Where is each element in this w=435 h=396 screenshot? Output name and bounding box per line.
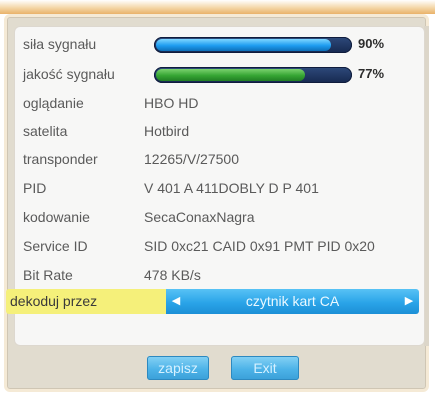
decode-via-selector[interactable]: ◀ czytnik kart CA ▶ xyxy=(166,289,419,314)
signal-strength-percent: 90% xyxy=(358,36,385,51)
signal-quality-bar xyxy=(154,67,352,83)
chevron-left-icon[interactable]: ◀ xyxy=(169,289,183,314)
exit-button[interactable]: Exit xyxy=(231,356,299,380)
save-button[interactable]: zapisz xyxy=(147,356,209,380)
info-row-encoding: kodowanie SecaConaxNagra xyxy=(15,204,424,230)
info-value: 478 KB/s xyxy=(144,267,201,283)
signal-strength-row: siła sygnału 90% xyxy=(15,31,424,57)
info-label: Service ID xyxy=(23,238,88,254)
info-label: oglądanie xyxy=(23,95,84,111)
signal-strength-label: siła sygnału xyxy=(23,36,97,52)
signal-quality-percent: 77% xyxy=(358,66,385,81)
info-row-satellite: satelita Hotbird xyxy=(15,118,424,144)
info-row-watching: oglądanie HBO HD xyxy=(15,90,424,116)
signal-strength-bar xyxy=(154,37,352,53)
signal-quality-label: jakość sygnału xyxy=(23,66,115,82)
info-row-transponder: transponder 12265/V/27500 xyxy=(15,146,424,172)
chevron-right-icon[interactable]: ▶ xyxy=(402,289,416,314)
info-label: satelita xyxy=(23,123,68,139)
signal-quality-fill xyxy=(156,69,305,81)
decode-via-label: dekoduj przez xyxy=(6,289,166,314)
info-value: SID 0xc21 CAID 0x91 PMT PID 0x20 xyxy=(144,238,375,254)
top-strip xyxy=(0,0,435,14)
info-value: V 401 A 411DOBLY D P 401 xyxy=(144,180,319,196)
signal-strength-fill xyxy=(156,39,331,51)
scrollbar xyxy=(424,26,429,346)
info-value: HBO HD xyxy=(144,95,199,111)
info-row-bit-rate: Bit Rate 478 KB/s xyxy=(15,262,424,288)
info-row-service-id: Service ID SID 0xc21 CAID 0x91 PMT PID 0… xyxy=(15,233,424,259)
info-row-pid: PID V 401 A 411DOBLY D P 401 xyxy=(15,175,424,201)
signal-info-screen: siła sygnału 90% jakość sygnału 77% oglą… xyxy=(0,0,435,396)
info-label: Bit Rate xyxy=(23,267,73,283)
info-value: SecaConaxNagra xyxy=(144,209,255,225)
info-value: 12265/V/27500 xyxy=(144,151,239,167)
info-label: kodowanie xyxy=(23,209,90,225)
decode-via-value: czytnik kart CA xyxy=(245,293,340,309)
signal-quality-row: jakość sygnału 77% xyxy=(15,61,424,87)
info-value: Hotbird xyxy=(144,123,190,139)
info-label: PID xyxy=(23,180,47,196)
info-label: transponder xyxy=(23,151,98,167)
